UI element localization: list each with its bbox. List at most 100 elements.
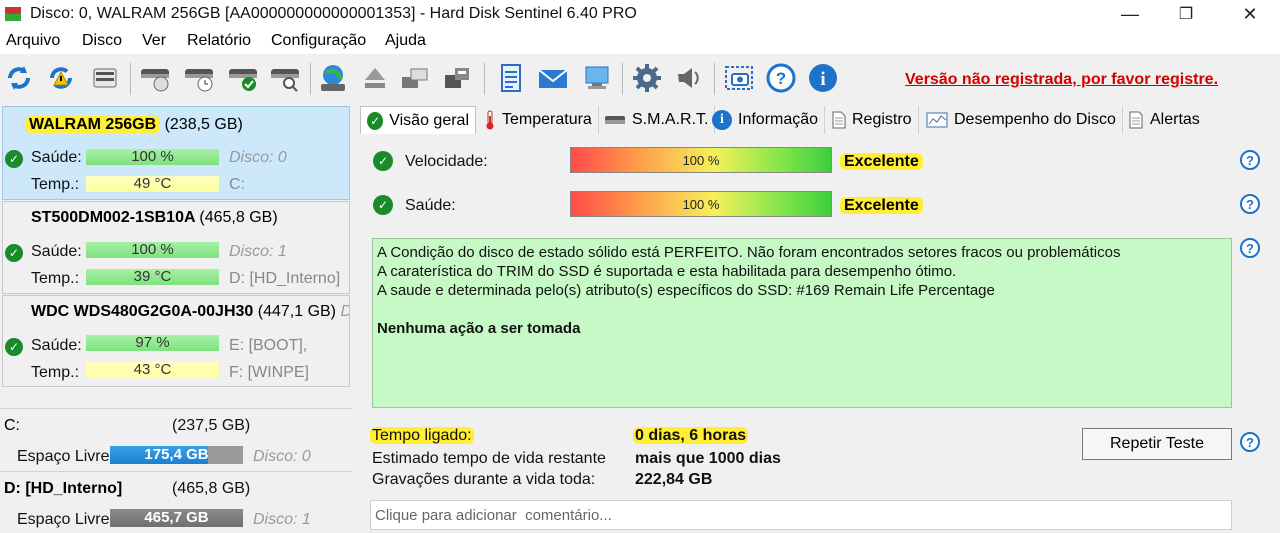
toolbar: ? i Versão não registrada, por favor reg…: [0, 55, 1280, 103]
speed-value: 100 %: [682, 153, 720, 168]
refresh-icon[interactable]: [2, 61, 36, 95]
speed-verdict: Excelente: [840, 153, 923, 171]
email-icon[interactable]: [536, 61, 570, 95]
globe-disk-icon[interactable]: [316, 61, 350, 95]
free-space-label: Espaço Livre: [17, 511, 110, 528]
close-button[interactable]: ✕: [1222, 0, 1278, 28]
disk-panel-0[interactable]: WALRAM 256GB (238,5 GB) ✓ Saúde: 100 % D…: [2, 106, 350, 200]
volume-disk-ref: Disco: 1: [253, 511, 311, 528]
help-icon[interactable]: ?: [1240, 432, 1260, 452]
tab-information[interactable]: i Informação: [706, 106, 826, 134]
tab-label: Desempenho do Disco: [954, 111, 1116, 128]
power-on-label: Tempo ligado:: [370, 427, 474, 444]
disk-tool-icon[interactable]: [398, 61, 432, 95]
app-icon: [5, 7, 21, 21]
temp-meter: 49 °C: [86, 176, 219, 192]
disk-panel-1[interactable]: ST500DM002-1SB10A (465,8 GB) ✓ Saúde: 10…: [2, 201, 350, 294]
menu-arquivo[interactable]: Arquivo: [6, 32, 60, 50]
health-label: Saúde:: [31, 149, 82, 166]
free-space-value: 465,7 GB: [144, 509, 209, 526]
disk-health-icon[interactable]: [138, 61, 172, 95]
disk-name: WDC WDS480G2G0A-00JH30 (447,1 GB) Dis: [31, 303, 349, 320]
report-icon[interactable]: [494, 61, 528, 95]
health-label: Saúde:: [31, 243, 82, 260]
health-meter: 97 %: [86, 335, 219, 351]
menu-ajuda[interactable]: Ajuda: [385, 32, 426, 50]
network-icon[interactable]: [580, 61, 614, 95]
minimize-button[interactable]: —: [1102, 0, 1158, 28]
lifetime-value: mais que 1000 dias: [635, 450, 781, 467]
tab-bar: ✓ Visão geral Temperatura S.M.A.R.T. i I…: [360, 106, 1280, 134]
tab-log[interactable]: Registro: [826, 106, 919, 134]
volume-panel-0[interactable]: C: (237,5 GB) Espaço Livre 175,4 GB Disc…: [0, 408, 352, 470]
volume-size: (237,5 GB): [172, 417, 251, 434]
alerts-icon: [1129, 111, 1143, 129]
sound-icon[interactable]: [672, 61, 706, 95]
help-icon[interactable]: ?: [1240, 150, 1260, 170]
volume-size: (465,8 GB): [172, 480, 251, 497]
health-bar: 100 %: [570, 191, 832, 217]
tab-temperature[interactable]: Temperatura: [478, 106, 599, 134]
svg-text:?: ?: [776, 69, 786, 88]
health-ok-icon: ✓: [5, 150, 23, 168]
comment-input[interactable]: [370, 500, 1232, 530]
temp-label: Temp.:: [31, 270, 80, 287]
writes-value: 222,84 GB: [635, 471, 713, 488]
volume-ref: C:: [229, 176, 245, 193]
disk-info-icon[interactable]: [88, 61, 122, 95]
lifetime-label: Estimado tempo de vida restante: [372, 450, 606, 467]
health-ok-icon: ✓: [373, 195, 393, 215]
volume-name: C:: [4, 417, 20, 434]
info-icon[interactable]: i: [806, 61, 840, 95]
disk-ref: E: [BOOT],: [229, 337, 308, 354]
menu-disco[interactable]: Disco: [82, 32, 122, 50]
title-bar: Disco: 0, WALRAM 256GB [AA00000000000000…: [0, 0, 1280, 30]
volume-panel-1[interactable]: D: [HD_Interno] (465,8 GB) Espaço Livre …: [0, 471, 352, 533]
disk-check-icon[interactable]: [226, 61, 260, 95]
volume-ref: D: [HD_Interno]: [229, 270, 341, 287]
info-line: A caraterística do TRIM do SSD é suporta…: [377, 263, 957, 280]
menu-relatorio[interactable]: Relatório: [187, 32, 251, 50]
retest-button[interactable]: Repetir Teste: [1082, 428, 1232, 460]
temp-label: Temp.:: [31, 364, 80, 381]
health-ok-icon: ✓: [5, 338, 23, 356]
registration-link[interactable]: Versão não registrada, por favor registr…: [905, 71, 1218, 89]
tab-label: Registro: [852, 111, 912, 128]
svg-text:i: i: [820, 69, 825, 90]
health-label: Saúde:: [31, 337, 82, 354]
tab-overview[interactable]: ✓ Visão geral: [360, 106, 476, 134]
screenshot-icon[interactable]: [722, 61, 756, 95]
performance-icon: [926, 112, 948, 128]
tab-label: S.M.A.R.T.: [632, 111, 709, 128]
disk-export-icon[interactable]: [440, 61, 474, 95]
disk-time-icon[interactable]: [182, 61, 216, 95]
smart-icon: [605, 116, 625, 124]
help-icon[interactable]: ?: [764, 61, 798, 95]
menu-bar: Arquivo Disco Ver Relatório Configuração…: [0, 30, 1280, 54]
tab-alerts[interactable]: Alertas: [1122, 106, 1206, 134]
help-icon[interactable]: ?: [1240, 238, 1260, 258]
thermometer-icon: [486, 110, 494, 130]
refresh-warning-icon[interactable]: [44, 61, 78, 95]
temp-meter: 43 °C: [86, 362, 219, 378]
menu-ver[interactable]: Ver: [142, 32, 166, 50]
menu-configuracao[interactable]: Configuração: [271, 32, 366, 50]
tab-performance[interactable]: Desempenho do Disco: [920, 106, 1123, 134]
disk-ref: Disco: 1: [229, 243, 287, 260]
volume-ref: F: [WINPE]: [229, 364, 309, 381]
disk-search-icon[interactable]: [268, 61, 302, 95]
overview-content: ✓ Velocidade: 100 % Excelente ? ✓ Saúde:…: [360, 134, 1280, 533]
tab-smart[interactable]: S.M.A.R.T.: [598, 106, 716, 134]
eject-icon[interactable]: [358, 61, 392, 95]
gear-icon[interactable]: [630, 61, 664, 95]
info-line: A Condição do disco de estado sólido est…: [377, 244, 1121, 261]
speed-ok-icon: ✓: [373, 151, 393, 171]
help-icon[interactable]: ?: [1240, 194, 1260, 214]
health-label: Saúde:: [405, 197, 456, 214]
restore-button[interactable]: ❐: [1158, 0, 1214, 28]
free-space-label: Espaço Livre: [17, 448, 110, 465]
health-value: 100 %: [682, 197, 720, 212]
disk-panel-2[interactable]: WDC WDS480G2G0A-00JH30 (447,1 GB) Dis ✓ …: [2, 295, 350, 387]
volume-disk-ref: Disco: 0: [253, 448, 311, 465]
tab-label: Visão geral: [389, 111, 469, 129]
